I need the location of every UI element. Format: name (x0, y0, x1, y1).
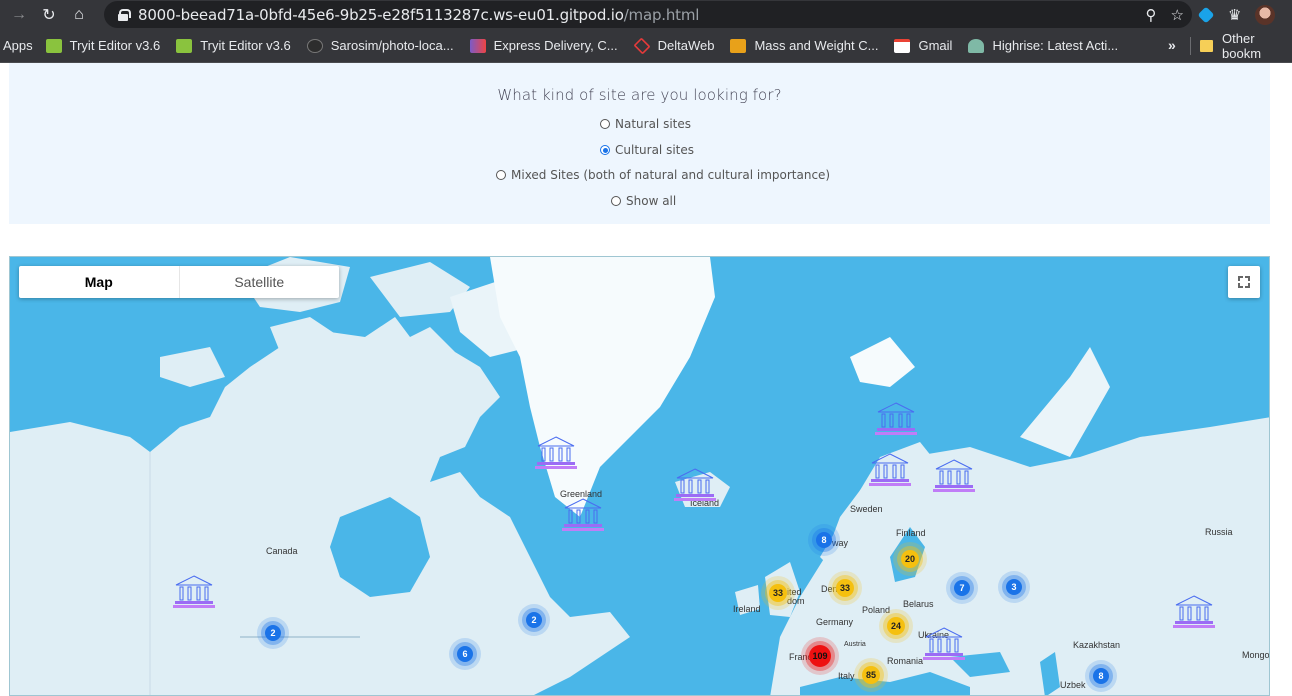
bookmarks-divider (1190, 37, 1191, 55)
cluster-marker[interactable]: 109 (809, 645, 831, 667)
cluster-marker[interactable]: 33 (836, 579, 854, 597)
place-label-finland: Finland (896, 528, 926, 538)
more-bookmarks-icon[interactable]: » (1168, 37, 1176, 53)
cluster-marker[interactable]: 85 (862, 666, 880, 684)
cluster-marker[interactable]: 24 (887, 617, 905, 635)
browser-toolbar: → ↻ ⌂ 8000-beead71a-0bfd-45e6-9b25-e28f5… (0, 0, 1292, 29)
forward-icon[interactable]: → (8, 4, 30, 26)
map-type-satellite-button[interactable]: Satellite (178, 266, 340, 298)
bookmark-item[interactable]: Gmail (894, 38, 952, 53)
radio-button[interactable] (496, 170, 506, 180)
other-bookmarks[interactable]: Other bookm (1200, 29, 1292, 63)
radio-cultural-sites[interactable]: Cultural sites (600, 143, 694, 157)
cluster-marker[interactable]: 7 (954, 580, 970, 596)
express-icon (469, 38, 486, 53)
radio-button-checked[interactable] (600, 145, 610, 155)
place-label-italy: Italy (838, 671, 855, 681)
w3schools-icon (176, 38, 193, 53)
map-type-map-button[interactable]: Map (19, 266, 179, 298)
unesco-marker-icon[interactable] (673, 467, 717, 503)
fullscreen-icon (1238, 276, 1243, 281)
github-icon (306, 38, 323, 53)
unesco-marker-icon[interactable] (868, 452, 912, 488)
cluster-marker[interactable]: 2 (265, 625, 281, 641)
reload-icon[interactable]: ↻ (38, 4, 60, 26)
radio-mixed-sites[interactable]: Mixed Sites (both of natural and cultura… (496, 168, 830, 182)
place-label-russia: Russia (1205, 527, 1233, 537)
bookmark-item[interactable]: Tryit Editor v3.6 (176, 38, 291, 53)
extension-icon[interactable] (1197, 6, 1215, 23)
bookmark-item[interactable]: Highrise: Latest Acti... (968, 38, 1118, 53)
place-label-belarus: Belarus (903, 599, 934, 609)
deltaweb-icon (633, 37, 651, 54)
unesco-marker-icon[interactable] (172, 574, 216, 610)
cluster-marker[interactable]: 2 (526, 612, 542, 628)
cluster-marker[interactable]: 8 (1093, 668, 1109, 684)
url-text[interactable]: 8000-beead71a-0bfd-45e6-9b25-e28f5113287… (138, 6, 699, 24)
bookmarks-bar: Apps Tryit Editor v3.6 Tryit Editor v3.6… (0, 29, 1292, 63)
gmail-icon (894, 38, 911, 53)
unesco-marker-icon[interactable] (561, 497, 605, 533)
place-label-ireland: Ireland (733, 604, 761, 614)
filter-question: What kind of site are you looking for? (497, 86, 782, 104)
bookmark-item[interactable]: Express Delivery, C... (469, 38, 618, 53)
place-label-germany: Germany (816, 617, 854, 627)
map-type-control: Map Satellite (19, 266, 339, 298)
place-label-austria: Austria (844, 641, 866, 648)
cluster-marker[interactable]: 6 (457, 646, 473, 662)
world-heritage-map[interactable]: Greenland Iceland Canada Sweden Finland … (9, 256, 1270, 696)
bookmark-apps[interactable]: Apps (3, 38, 33, 53)
bookmark-item[interactable]: Sarosim/photo-loca... (306, 38, 454, 53)
place-label-poland: Poland (862, 605, 891, 615)
folder-icon (1200, 40, 1214, 52)
place-label-denmark: Den (821, 584, 838, 594)
w3schools-icon (45, 38, 62, 53)
cluster-marker[interactable]: 33 (769, 584, 787, 602)
profile-avatar[interactable] (1255, 4, 1276, 25)
fullscreen-icon (1245, 283, 1250, 288)
fullscreen-icon (1245, 276, 1250, 281)
address-bar[interactable]: 8000-beead71a-0bfd-45e6-9b25-e28f5113287… (104, 1, 1192, 28)
star-icon[interactable]: ☆ (1171, 6, 1184, 24)
place-label-mongolia: Mongo (1242, 650, 1270, 660)
cluster-marker[interactable]: 3 (1006, 579, 1022, 595)
place-label-sweden: Sweden (850, 504, 883, 514)
fullscreen-icon (1238, 283, 1243, 288)
fullscreen-button[interactable] (1228, 266, 1260, 298)
lock-icon[interactable] (118, 8, 131, 21)
unesco-marker-icon[interactable] (534, 435, 578, 471)
place-label-kazakhstan: Kazakhstan (1073, 640, 1121, 650)
cluster-marker[interactable]: 8 (816, 532, 832, 548)
place-label-romania: Romania (887, 656, 924, 666)
radio-button[interactable] (611, 196, 621, 206)
bookmark-item[interactable]: Tryit Editor v3.6 (45, 38, 160, 53)
zoom-icon[interactable]: ⚲ (1146, 6, 1157, 24)
radio-button[interactable] (600, 119, 610, 129)
radio-show-all[interactable]: Show all (611, 194, 676, 208)
place-label-norway: way (832, 538, 849, 548)
bookmark-item[interactable]: DeltaWeb (633, 37, 714, 54)
extensions-puzzle-icon[interactable]: ♛ (1228, 6, 1241, 24)
calculator-icon (730, 38, 747, 53)
bookmark-item[interactable]: Mass and Weight C... (730, 38, 878, 53)
unesco-marker-icon[interactable] (1172, 594, 1216, 630)
place-label-canada: Canada (266, 546, 298, 556)
unesco-marker-icon[interactable] (874, 401, 918, 437)
radio-natural-sites[interactable]: Natural sites (600, 117, 691, 131)
unesco-marker-icon[interactable] (922, 626, 966, 662)
highrise-icon (968, 38, 985, 53)
cluster-marker[interactable]: 20 (901, 550, 919, 568)
home-icon[interactable]: ⌂ (68, 4, 90, 26)
place-label-uk: ited dom (787, 587, 805, 606)
map-tiles[interactable] (10, 257, 1270, 696)
unesco-marker-icon[interactable] (932, 458, 976, 494)
